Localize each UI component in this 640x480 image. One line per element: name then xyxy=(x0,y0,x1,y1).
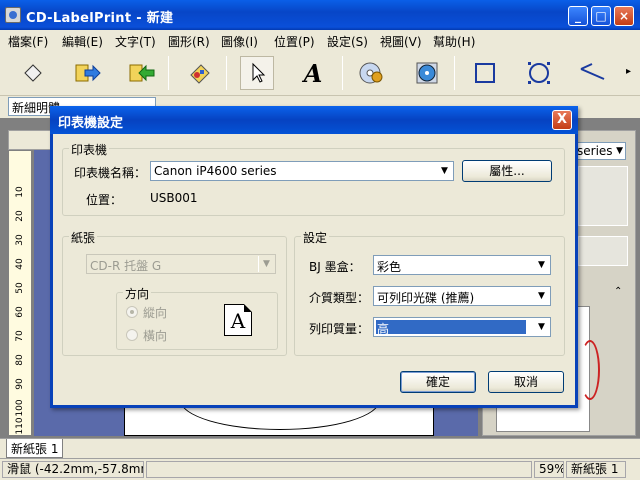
line-icon[interactable] xyxy=(576,56,610,90)
app-titlebar: CD-LabelPrint - 新建 _ □ × xyxy=(0,0,640,30)
toolbar: A ▸ xyxy=(0,50,640,96)
ruler-mark: 60 xyxy=(15,306,25,318)
ok-button[interactable]: 確定 xyxy=(400,371,476,393)
menu-bar: 檔案(F) 編輯(E) 文字(T) 圖形(R) 圖像(I) 位置(P) 設定(S… xyxy=(0,30,640,50)
quality-value: 高 xyxy=(377,322,390,336)
menu-view[interactable]: 視圖(V) xyxy=(380,33,422,50)
status-zoom: 59% xyxy=(534,461,564,478)
menu-image[interactable]: 圖像(I) xyxy=(221,33,258,50)
orientation-group-title: 方向 xyxy=(123,285,152,302)
minimize-button[interactable]: _ xyxy=(568,6,588,26)
dialog-titlebar: 印表機設定 X xyxy=(50,106,578,134)
printer-name-label: 印表機名稱： xyxy=(74,166,147,180)
chevron-down-icon[interactable]: ▼ xyxy=(533,319,549,335)
cd-icon[interactable] xyxy=(354,56,388,90)
sheet-tabs: 新紙張 1 xyxy=(0,438,640,458)
media-label: 介質類型： xyxy=(309,291,370,305)
paper-value: CD-R 托盤 G xyxy=(90,259,162,273)
printer-name-value: Canon iP4600 series xyxy=(154,164,277,178)
status-sheet: 新紙張 1 xyxy=(566,461,626,478)
ellipse-icon[interactable] xyxy=(522,56,556,90)
preview-arc xyxy=(580,340,600,400)
chevron-down-icon: ▼ xyxy=(616,146,623,156)
close-button[interactable]: × xyxy=(614,6,634,26)
location-value: USB001 xyxy=(150,191,198,205)
cancel-button[interactable]: 取消 xyxy=(488,371,564,393)
collapse-icon[interactable]: ⌃ xyxy=(614,286,622,297)
ruler-mark: 90 xyxy=(15,378,25,390)
menu-edit[interactable]: 編輯(E) xyxy=(62,33,103,50)
tab-sheet-1[interactable]: 新紙張 1 xyxy=(6,439,64,458)
properties-button[interactable]: 屬性... xyxy=(462,160,552,182)
status-bar: 滑鼠 (-42.2mm,-57.8mm) 59% 新紙張 1 xyxy=(0,458,640,480)
toolbar-overflow-icon[interactable]: ▸ xyxy=(626,66,631,77)
layout-combo-value: series xyxy=(577,144,613,158)
landscape-radio[interactable] xyxy=(126,329,138,341)
vertical-ruler: 10 20 30 40 50 60 70 80 90 100 110 xyxy=(8,150,32,436)
ruler-mark: 30 xyxy=(15,234,25,246)
ruler-mark: 110 xyxy=(15,417,25,435)
chevron-down-icon[interactable]: ▼ xyxy=(436,163,452,179)
layout-thumbnail[interactable] xyxy=(578,166,628,226)
location-label: 位置： xyxy=(86,193,123,207)
menu-help[interactable]: 幫助(H) xyxy=(433,33,475,50)
selection-highlight xyxy=(375,319,527,335)
printer-group: 印表機 xyxy=(62,141,565,216)
status-empty xyxy=(146,461,532,478)
menu-position[interactable]: 位置(P) xyxy=(274,33,315,50)
menu-file[interactable]: 檔案(F) xyxy=(8,33,48,50)
settings-group-title: 設定 xyxy=(301,229,330,246)
layout-thumbnail[interactable] xyxy=(578,236,628,266)
text-tool-icon[interactable]: A xyxy=(296,56,330,90)
ink-label: BJ 墨盒： xyxy=(309,260,361,274)
orientation-preview: A xyxy=(224,304,252,336)
ruler-mark: 70 xyxy=(15,330,25,342)
printer-settings-dialog: 印表機設定 X 印表機 印表機名稱： Canon iP4600 series ▼… xyxy=(50,106,578,408)
ruler-mark: 20 xyxy=(15,210,25,222)
media-select[interactable]: 可列印光碟 (推薦) ▼ xyxy=(373,286,551,306)
ruler-mark: 80 xyxy=(15,354,25,366)
ruler-mark: 40 xyxy=(15,258,25,270)
chevron-down-icon[interactable]: ▼ xyxy=(533,257,549,273)
status-cursor: 滑鼠 (-42.2mm,-57.8mm) xyxy=(2,461,144,478)
eraser-icon[interactable] xyxy=(16,56,50,90)
menu-text[interactable]: 文字(T) xyxy=(115,33,156,50)
app-icon[interactable] xyxy=(5,7,21,23)
portrait-label: 縱向 xyxy=(143,306,168,320)
ruler-mark: 50 xyxy=(15,282,25,294)
chevron-down-icon[interactable]: ▼ xyxy=(258,256,274,272)
ink-value: 彩色 xyxy=(377,260,402,274)
menu-settings[interactable]: 設定(S) xyxy=(327,33,368,50)
printer-name-select[interactable]: Canon iP4600 series ▼ xyxy=(150,161,454,181)
ruler-mark: 10 xyxy=(15,186,25,198)
quality-label: 列印質量： xyxy=(309,322,370,336)
pointer-icon[interactable] xyxy=(240,56,274,90)
landscape-label: 橫向 xyxy=(143,329,168,343)
app-title: CD-LabelPrint - 新建 xyxy=(26,11,174,26)
media-value: 可列印光碟 (推薦) xyxy=(377,291,475,305)
import-icon[interactable] xyxy=(70,56,104,90)
dialog-close-button[interactable]: X xyxy=(552,110,572,130)
chevron-down-icon[interactable]: ▼ xyxy=(533,288,549,304)
maximize-button[interactable]: □ xyxy=(591,6,611,26)
layout-combo[interactable]: series ▼ xyxy=(572,142,626,160)
printer-group-title: 印表機 xyxy=(69,141,110,158)
orientation-group: 方向 xyxy=(116,285,278,350)
portrait-radio[interactable] xyxy=(126,306,138,318)
menu-shape[interactable]: 圖形(R) xyxy=(168,33,210,50)
quality-select[interactable]: 高 ▼ xyxy=(373,317,551,337)
paper-group-title: 紙張 xyxy=(69,229,98,246)
disc-icon[interactable] xyxy=(410,56,444,90)
export-icon[interactable] xyxy=(124,56,158,90)
paper-select[interactable]: CD-R 托盤 G ▼ xyxy=(86,254,276,274)
dialog-title: 印表機設定 xyxy=(58,116,124,131)
ink-select[interactable]: 彩色 ▼ xyxy=(373,255,551,275)
shapes-icon[interactable] xyxy=(182,56,216,90)
rectangle-icon[interactable] xyxy=(468,56,502,90)
